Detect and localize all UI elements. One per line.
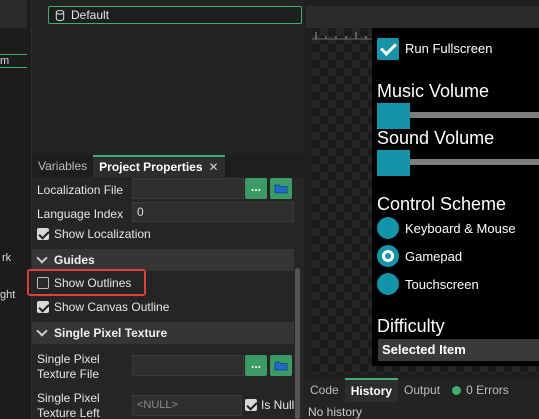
single-pixel-texture-file-browse-button[interactable]: ... <box>245 355 267 376</box>
left-panel-strip: m rk ght <box>0 0 32 419</box>
errors-count: 0 Errors <box>466 383 509 397</box>
left-strip-row-text: ght <box>0 289 16 301</box>
localization-file-label: Localization File <box>37 183 124 197</box>
folder-icon <box>274 184 288 194</box>
tab-label: Project Properties <box>99 160 203 174</box>
difficulty-label: Difficulty <box>377 316 445 336</box>
sound-volume-track[interactable] <box>402 159 539 165</box>
properties-scrollbar[interactable] <box>295 268 300 419</box>
canvas-ruler <box>312 32 372 40</box>
touchscreen-label: Touchscreen <box>405 277 479 292</box>
chevron-down-icon <box>36 252 48 264</box>
is-null-checkbox[interactable] <box>245 399 257 411</box>
is-null-label: Is Null <box>261 398 295 412</box>
tab-code[interactable]: Code <box>304 378 345 402</box>
preview-toolbar <box>306 6 539 28</box>
guides-section-header[interactable]: Guides <box>32 249 294 271</box>
single-pixel-texture-file-field[interactable] <box>132 355 244 376</box>
database-icon <box>55 9 65 21</box>
close-icon[interactable]: ✕ <box>209 160 219 174</box>
show-outlines-highlight <box>27 269 146 296</box>
tree-item-default[interactable]: Default <box>48 6 302 24</box>
show-canvas-outline-label: Show Canvas Outline <box>54 300 170 314</box>
bottom-tab-bar: Code History Output 0 Errors <box>304 378 515 402</box>
localization-file-browse-button[interactable]: ... <box>245 178 267 199</box>
language-index-field[interactable]: 0 <box>132 202 294 222</box>
localization-file-folder-button[interactable] <box>270 178 292 199</box>
gamepad-label: Gamepad <box>405 249 463 264</box>
status-ok-icon <box>452 386 462 395</box>
show-localization-label: Show Localization <box>54 227 151 241</box>
properties-tab-bar: Variables Project Properties ✕ <box>32 155 304 177</box>
tab-variables[interactable]: Variables <box>32 155 93 177</box>
single-pixel-texture-left-label-line1: Single Pixel <box>37 391 100 405</box>
history-empty-text: No history <box>308 405 363 419</box>
single-pixel-texture-left-label-line2: Texture Left <box>37 406 100 419</box>
language-index-label: Language Index <box>37 207 124 221</box>
folder-icon <box>274 361 288 371</box>
sound-volume-knob[interactable] <box>377 150 410 176</box>
single-pixel-texture-file-label-line1: Single Pixel <box>37 352 100 366</box>
game-preview: Run Fullscreen Music Volume Sound Volume… <box>372 28 539 366</box>
single-pixel-texture-section-header[interactable]: Single Pixel Texture <box>32 322 294 344</box>
single-pixel-texture-left-field[interactable]: <NULL> <box>132 395 242 416</box>
difficulty-dropdown[interactable]: Selected Item <box>378 339 539 361</box>
left-strip-row-text: m <box>0 55 10 67</box>
gamepad-radio[interactable] <box>377 245 399 267</box>
tab-errors[interactable]: 0 Errors <box>446 378 515 402</box>
single-pixel-texture-file-label-line2: Texture File <box>37 367 100 381</box>
control-scheme-label: Control Scheme <box>377 194 507 214</box>
tab-project-properties[interactable]: Project Properties ✕ <box>93 155 225 177</box>
keyboard-mouse-label: Keyboard & Mouse <box>405 221 516 236</box>
show-canvas-outline-checkbox[interactable] <box>37 301 49 313</box>
show-localization-checkbox[interactable] <box>37 228 49 240</box>
run-fullscreen-label: Run Fullscreen <box>405 41 493 56</box>
left-strip-row-text: rk <box>2 252 12 264</box>
music-volume-label: Music Volume <box>377 81 490 101</box>
single-pixel-texture-section-label: Single Pixel Texture <box>54 326 168 340</box>
localization-file-field[interactable] <box>132 178 244 199</box>
tree-item-label: Default <box>71 8 110 22</box>
music-volume-knob[interactable] <box>377 103 410 129</box>
run-fullscreen-checkbox[interactable] <box>377 38 399 60</box>
sound-volume-label: Sound Volume <box>377 128 495 148</box>
tab-history[interactable]: History <box>344 378 399 402</box>
single-pixel-texture-file-folder-button[interactable] <box>270 355 292 376</box>
chevron-down-icon <box>36 325 48 337</box>
keyboard-mouse-radio[interactable] <box>377 217 399 239</box>
touchscreen-radio[interactable] <box>377 273 399 295</box>
left-strip-header <box>0 0 27 28</box>
music-volume-track[interactable] <box>402 112 539 118</box>
guides-section-label: Guides <box>54 253 95 267</box>
tab-output[interactable]: Output <box>398 378 446 402</box>
left-strip-selected-row[interactable]: m <box>0 54 27 68</box>
